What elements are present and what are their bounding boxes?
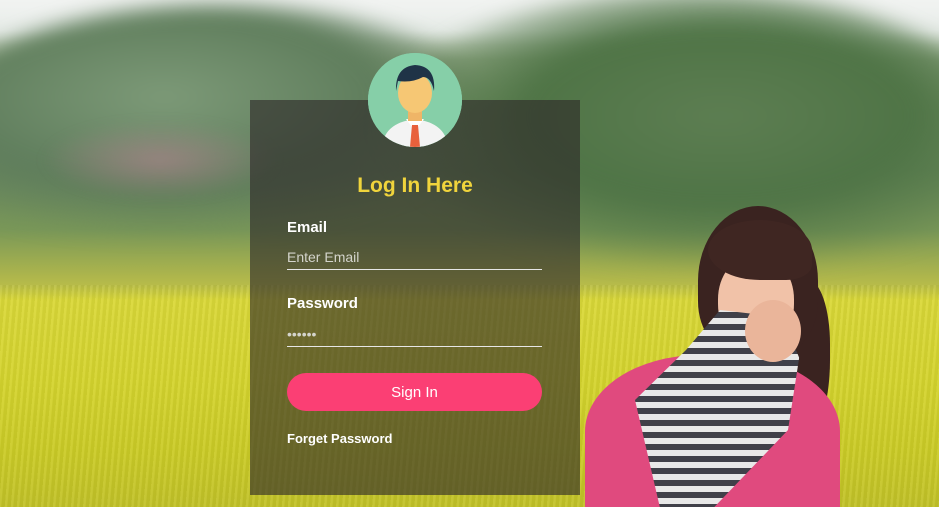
sign-in-button[interactable]: Sign In <box>287 373 542 411</box>
login-page: Log In Here Email Password Sign In Forge… <box>0 0 939 507</box>
password-input[interactable] <box>287 321 542 347</box>
background-person-image <box>580 200 860 507</box>
email-label: Email <box>287 219 328 236</box>
background-flowers <box>40 120 280 200</box>
user-avatar-icon <box>368 53 462 147</box>
person-bangs <box>708 220 812 280</box>
login-title: Log In Here <box>357 174 473 197</box>
password-label: Password <box>287 295 358 312</box>
email-input[interactable] <box>287 244 542 270</box>
person-hand <box>745 300 801 362</box>
forget-password-link[interactable]: Forget Password <box>287 431 392 446</box>
